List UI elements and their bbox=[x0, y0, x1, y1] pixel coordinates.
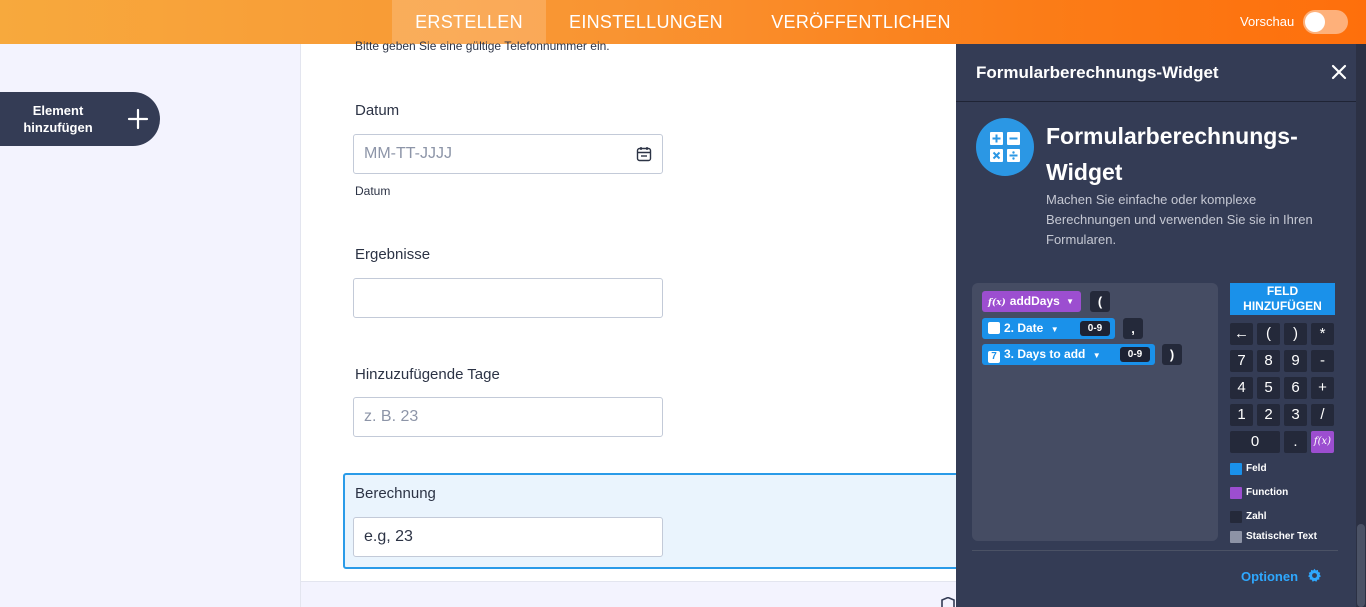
number-field-icon: 7 bbox=[988, 351, 1000, 363]
tage-label: Hinzuzufügende Tage bbox=[355, 366, 500, 383]
widget-name: Formularberechnungs-Widget bbox=[1046, 123, 1298, 185]
form-footer bbox=[301, 581, 957, 607]
key-0[interactable]: 0 bbox=[1230, 431, 1280, 453]
legend-swatch-feld bbox=[1230, 463, 1242, 475]
key-5[interactable]: 5 bbox=[1257, 377, 1280, 399]
gear-icon[interactable] bbox=[1307, 568, 1322, 583]
field-chip-days-label: 3. Days to add bbox=[1004, 347, 1086, 361]
key-4[interactable]: 4 bbox=[1230, 377, 1253, 399]
key-8[interactable]: 8 bbox=[1257, 350, 1280, 372]
datum-sublabel: Datum bbox=[355, 184, 391, 198]
close-icon[interactable] bbox=[1331, 64, 1347, 80]
key-2[interactable]: 2 bbox=[1257, 404, 1280, 426]
panel-title: Formularberechnungs-Widget bbox=[976, 63, 1219, 82]
ergebnisse-input[interactable] bbox=[353, 278, 663, 318]
key-1[interactable]: 1 bbox=[1230, 404, 1253, 426]
berechnung-label: Berechnung bbox=[355, 485, 436, 502]
key-divide[interactable]: / bbox=[1311, 404, 1334, 426]
key-9[interactable]: 9 bbox=[1284, 350, 1307, 372]
datum-label: Datum bbox=[355, 102, 400, 119]
close-paren-chip[interactable]: ) bbox=[1162, 344, 1182, 365]
legend-label-function: Function bbox=[1246, 487, 1289, 498]
key-3[interactable]: 3 bbox=[1284, 404, 1307, 426]
scrollbar-thumb[interactable] bbox=[1357, 524, 1365, 607]
function-chip[interactable]: f(x) addDays ▼ bbox=[982, 291, 1081, 312]
key-function[interactable]: f(x) bbox=[1311, 431, 1334, 453]
tab-erstellen[interactable]: ERSTELLEN bbox=[392, 0, 546, 44]
field-chip-days[interactable]: 7 3. Days to add ▼ 0-9 bbox=[982, 344, 1155, 365]
berechnung-field-block[interactable]: Berechnung e.g, 23 bbox=[343, 473, 963, 569]
tage-input[interactable]: z. B. 23 bbox=[353, 397, 663, 437]
preview-toggle[interactable] bbox=[1303, 10, 1348, 34]
open-paren-chip[interactable]: ( bbox=[1090, 291, 1110, 312]
calculator-icon bbox=[976, 118, 1034, 176]
key-decimal[interactable]: . bbox=[1284, 431, 1307, 453]
key-6[interactable]: 6 bbox=[1284, 377, 1307, 399]
fx-icon: f(x) bbox=[988, 298, 1006, 308]
key-plus[interactable]: + bbox=[1311, 377, 1334, 399]
legend-label-static: Statischer Text bbox=[1246, 531, 1317, 542]
calendar-icon[interactable] bbox=[636, 146, 652, 162]
shield-icon bbox=[941, 597, 955, 607]
comma-chip[interactable]: , bbox=[1123, 318, 1143, 339]
key-multiply[interactable]: * bbox=[1311, 323, 1334, 345]
key-backspace[interactable]: ← bbox=[1230, 323, 1253, 345]
key-minus[interactable]: - bbox=[1311, 350, 1334, 372]
legend-swatch-static bbox=[1230, 531, 1242, 543]
add-field-button[interactable]: FELD HINZUFÜGEN bbox=[1230, 283, 1335, 315]
type-tag: 0-9 bbox=[1080, 321, 1110, 336]
type-tag: 0-9 bbox=[1120, 347, 1150, 362]
widget-settings-panel: Formularberechnungs-Widget Formularberec… bbox=[956, 44, 1366, 607]
function-name: addDays bbox=[1009, 294, 1060, 308]
key-7[interactable]: 7 bbox=[1230, 350, 1253, 372]
phone-hint-text: Bitte geben Sie eine gültige Telefonnumm… bbox=[355, 39, 610, 53]
legend-swatch-zahl bbox=[1230, 511, 1242, 523]
panel-divider bbox=[972, 550, 1338, 551]
datum-input[interactable]: MM-TT-JJJJ bbox=[353, 134, 663, 174]
plus-icon bbox=[127, 108, 149, 130]
preview-label: Vorschau bbox=[1240, 14, 1295, 29]
left-sidebar: Element hinzufügen bbox=[0, 44, 300, 607]
panel-header: Formularberechnungs-Widget bbox=[956, 44, 1356, 102]
chevron-down-icon: ▼ bbox=[1050, 325, 1059, 334]
form-canvas: Bitte geben Sie eine gültige Telefonnumm… bbox=[300, 39, 963, 607]
chevron-down-icon: ▼ bbox=[1092, 351, 1101, 360]
legend-swatch-function bbox=[1230, 487, 1242, 499]
panel-scrollbar[interactable] bbox=[1356, 44, 1366, 607]
ergebnisse-label: Ergebnisse bbox=[355, 246, 431, 263]
field-chip-date[interactable]: 2. Date ▼ 0-9 bbox=[982, 318, 1115, 339]
field-chip-date-label: 2. Date bbox=[1004, 321, 1044, 335]
toggle-knob bbox=[1305, 12, 1325, 32]
date-field-icon bbox=[988, 322, 1000, 334]
add-element-button[interactable]: Element hinzufügen bbox=[0, 92, 160, 146]
tab-einstellungen[interactable]: EINSTELLUNGEN bbox=[560, 0, 732, 44]
top-navigation-bar: ERSTELLEN EINSTELLUNGEN VERÖFFENTLICHEN … bbox=[0, 0, 1366, 44]
legend-label-zahl: Zahl bbox=[1246, 511, 1267, 522]
panel-body: Formularberechnungs-Widget Machen Sie ei… bbox=[956, 102, 1356, 607]
tab-veroeffentlichen[interactable]: VERÖFFENTLICHEN bbox=[762, 0, 960, 44]
widget-description: Machen Sie einfache oder komplexe Berech… bbox=[1046, 192, 1313, 247]
key-open-paren[interactable]: ( bbox=[1257, 323, 1280, 345]
key-close-paren[interactable]: ) bbox=[1284, 323, 1307, 345]
berechnung-input[interactable]: e.g, 23 bbox=[353, 517, 663, 557]
options-link[interactable]: Optionen bbox=[1241, 569, 1298, 584]
chevron-down-icon: ▼ bbox=[1066, 297, 1074, 306]
add-element-label: Element hinzufügen bbox=[23, 103, 93, 135]
formula-editor[interactable]: f(x) addDays ▼ ( 2. Date ▼ 0-9 , 7 3. Days… bbox=[972, 283, 1218, 541]
legend-label-feld: Feld bbox=[1246, 463, 1267, 474]
